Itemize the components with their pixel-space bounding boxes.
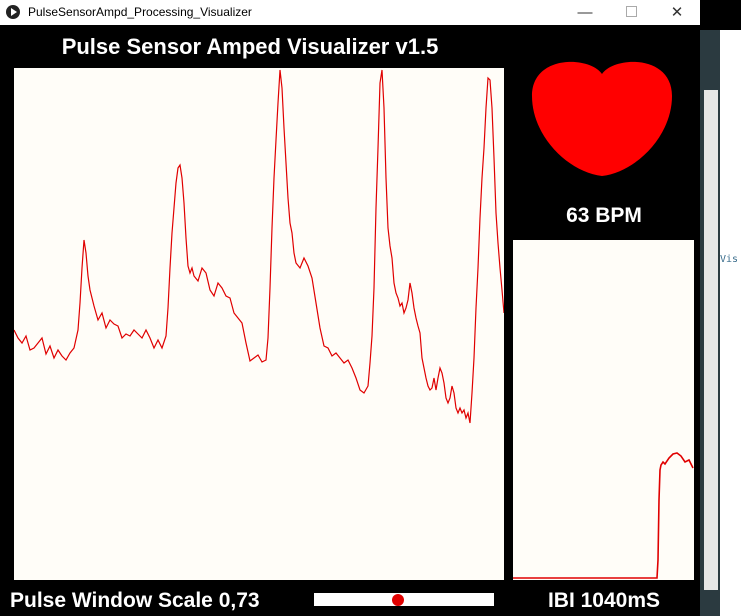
background-app: Vis (700, 0, 741, 616)
heart-icon (532, 61, 672, 176)
ibi-svg (513, 452, 694, 579)
bpm-readout: 63 BPM (566, 204, 642, 227)
background-app-text: Vis (720, 254, 739, 265)
background-app-gutter (704, 90, 718, 590)
background-app-bar (700, 0, 741, 30)
ibi-plot (513, 240, 694, 580)
maximize-icon (625, 6, 637, 17)
background-app-editor (720, 30, 741, 616)
minimize-button[interactable]: — (562, 0, 608, 25)
window-title: PulseSensorAmpd_Processing_Visualizer (28, 5, 252, 19)
app-icon (6, 5, 20, 19)
title-bar[interactable]: PulseSensorAmpd_Processing_Visualizer — … (0, 0, 700, 25)
window-scale-slider[interactable] (314, 593, 494, 606)
ibi-readout: IBI 1040mS (547, 589, 661, 612)
pulse-waveform-svg (13, 69, 505, 424)
pulse-waveform-trace (13, 69, 505, 424)
window-scale-slider-knob[interactable] (392, 594, 404, 606)
page-title: Pulse Sensor Amped Visualizer v1.5 (61, 34, 439, 59)
pulse-waveform-plot (13, 68, 505, 580)
ibi-trace (513, 452, 694, 579)
visualizer-window: PulseSensorAmpd_Processing_Visualizer — … (0, 0, 700, 616)
window-scale-label: Pulse Window Scale 0,73 (10, 589, 260, 612)
maximize-button[interactable] (608, 0, 654, 25)
close-button[interactable]: ✕ (654, 0, 700, 25)
